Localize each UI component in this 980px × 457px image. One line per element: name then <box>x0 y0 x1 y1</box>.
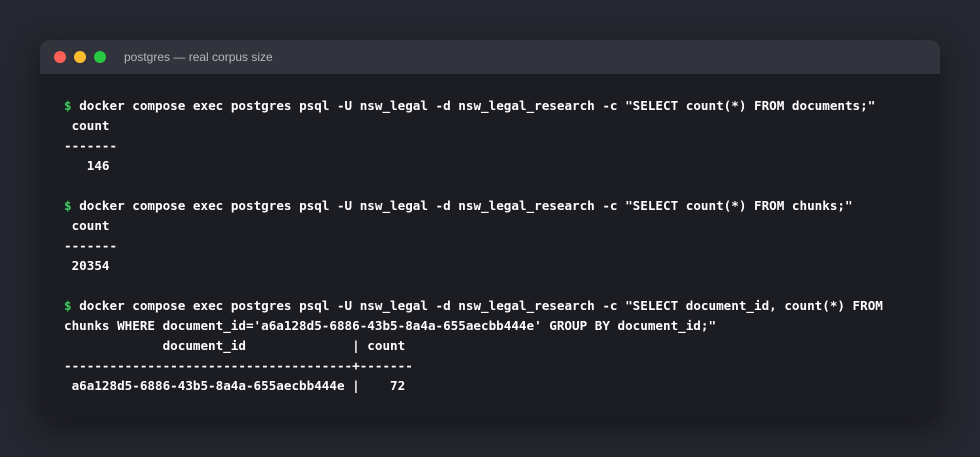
command-text: docker compose exec postgres psql -U nsw… <box>79 98 876 113</box>
command-line: $ docker compose exec postgres psql -U n… <box>64 96 940 116</box>
output-line: 20354 <box>64 258 110 273</box>
title-bar: postgres — real corpus size <box>40 40 940 74</box>
maximize-window-button[interactable] <box>94 51 106 63</box>
output-line: --------------------------------------+-… <box>64 358 413 373</box>
prompt-symbol: $ <box>64 198 72 213</box>
output-line: count <box>64 118 110 133</box>
command-text: docker compose exec postgres psql -U nsw… <box>79 198 853 213</box>
output-line: ------- <box>64 238 118 253</box>
output-line: count <box>64 218 110 233</box>
terminal-output[interactable]: $ docker compose exec postgres psql -U n… <box>40 74 940 396</box>
command-line-continuation: chunks WHERE document_id='a6a128d5-6886-… <box>64 318 717 333</box>
close-window-button[interactable] <box>54 51 66 63</box>
minimize-window-button[interactable] <box>74 51 86 63</box>
output-line: document_id | count <box>64 338 406 353</box>
output-line: 146 <box>64 158 110 173</box>
command-line: $ docker compose exec postgres psql -U n… <box>64 296 940 316</box>
terminal-window: postgres — real corpus size $ docker com… <box>40 40 940 417</box>
window-title: postgres — real corpus size <box>124 50 273 64</box>
command-text: docker compose exec postgres psql -U nsw… <box>79 298 883 313</box>
output-line: a6a128d5-6886-43b5-8a4a-655aecbb444e | 7… <box>64 378 406 393</box>
prompt-symbol: $ <box>64 298 72 313</box>
prompt-symbol: $ <box>64 98 72 113</box>
output-line: ------- <box>64 138 118 153</box>
command-line: $ docker compose exec postgres psql -U n… <box>64 196 940 216</box>
